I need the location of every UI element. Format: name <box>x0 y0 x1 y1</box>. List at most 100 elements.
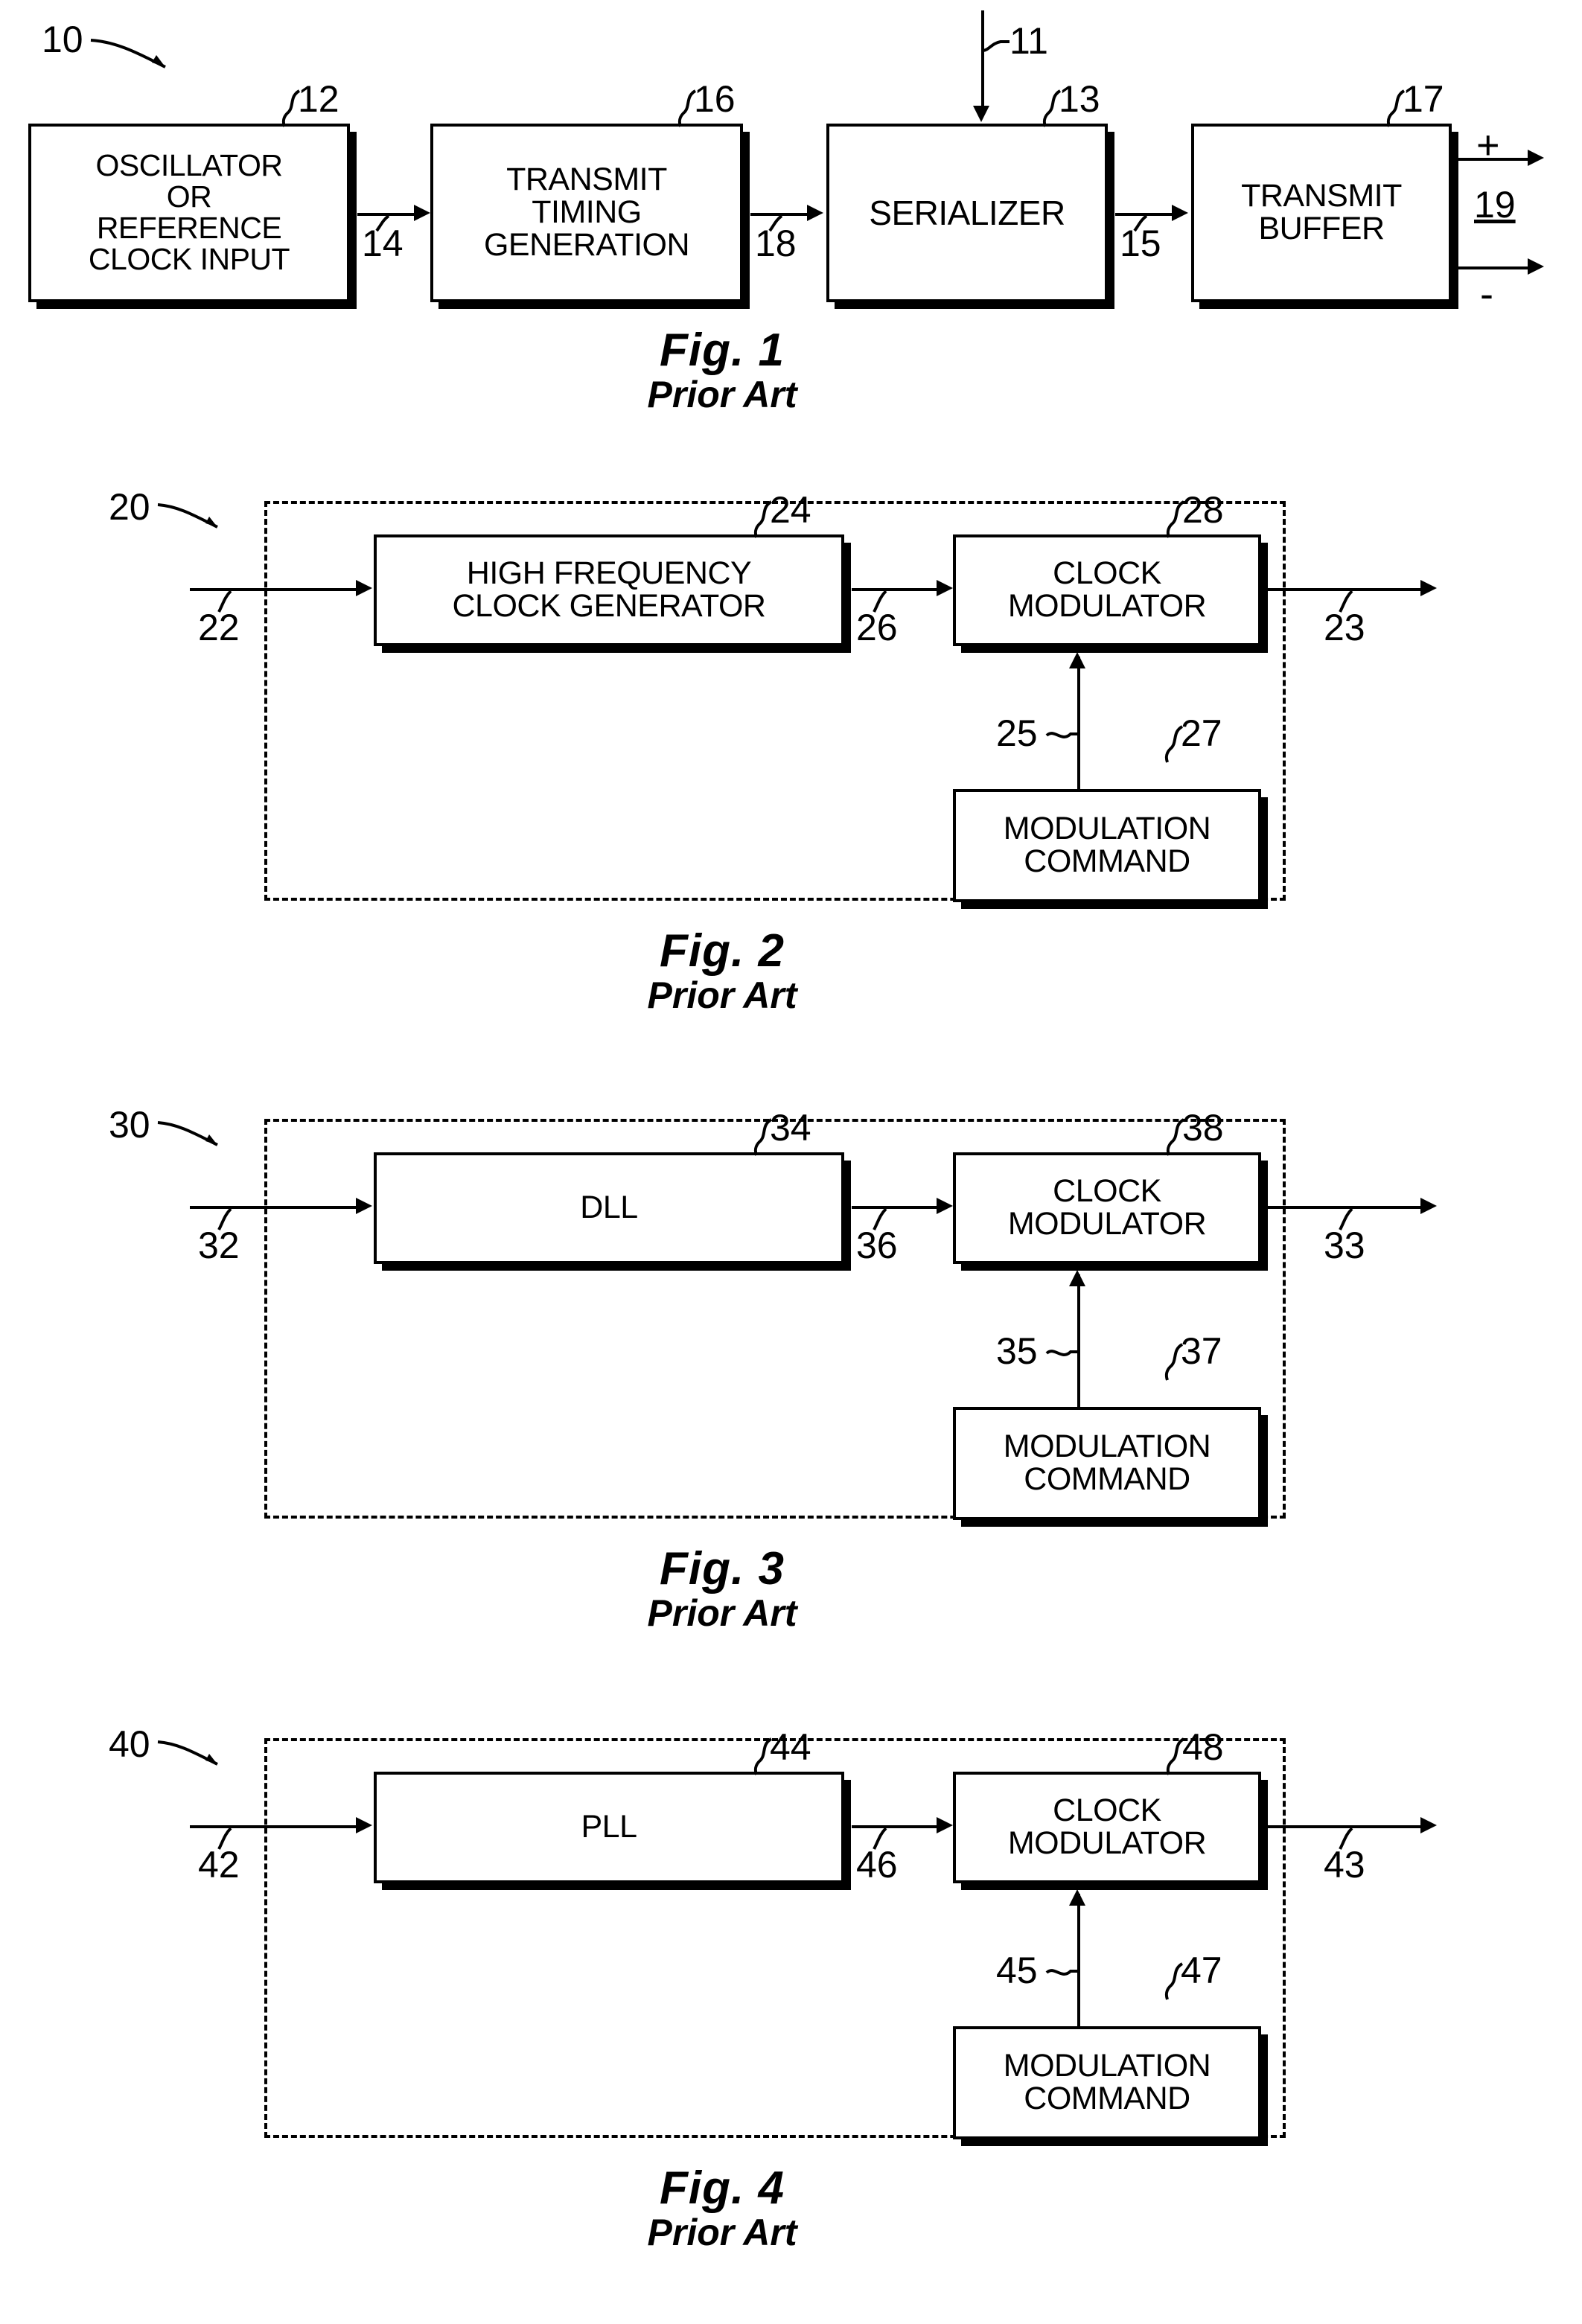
figure-1: 10 OSCILLATOR OR REFERENCE CLOCK INPUT 1… <box>0 0 1582 462</box>
fig3-ref-38-leader-icon <box>1161 1117 1191 1158</box>
fig3-caption: Fig. 3 Prior Art <box>566 1545 878 1633</box>
fig1-signal-14-arrowhead-icon <box>414 205 430 221</box>
fig1-system-ref-10: 10 <box>42 19 83 60</box>
figure-2: 20 22 HIGH FREQUENCY CLOCK GENERATOR 24 <box>0 462 1582 1057</box>
fig2-ref-27-leader-icon <box>1160 724 1190 765</box>
fig4-ref-44-leader-icon <box>749 1736 779 1778</box>
fig1-output-positive-arrowhead-icon <box>1528 150 1544 166</box>
fig3-ref-37-leader-icon <box>1160 1341 1190 1383</box>
fig2-caption-figure: Fig. 2 <box>660 925 785 977</box>
fig2-ref-26-leader-icon <box>870 590 892 615</box>
fig4-system-leader-icon <box>155 1736 237 1773</box>
fig2-command-25-line <box>1077 657 1080 789</box>
fig4-command-45-line <box>1077 1894 1080 2026</box>
fig3-system-ref-30: 30 <box>109 1104 150 1146</box>
fig2-command-ref-25: 25 <box>996 712 1038 754</box>
fig2-signal-26-arrowhead-icon <box>937 580 953 596</box>
fig1-caption-note: Prior Art <box>647 373 797 415</box>
fig2-ref-24-leader-icon <box>749 499 779 540</box>
patent-drawing-sheet: 10 OSCILLATOR OR REFERENCE CLOCK INPUT 1… <box>0 0 1582 2324</box>
fig3-block-clock-modulator-label: CLOCK MODULATOR <box>1007 1173 1207 1242</box>
fig1-block-oscillator-or-reference-clock-input: OSCILLATOR OR REFERENCE CLOCK INPUT <box>28 124 350 302</box>
fig2-command-25-arrowhead-icon <box>1069 652 1085 668</box>
fig1-output-negative-mark: - <box>1480 272 1493 316</box>
fig1-signal-11-line <box>981 10 984 107</box>
fig4-block-pll-label: PLL <box>581 1809 637 1845</box>
fig4-signal-46-arrowhead-icon <box>937 1817 953 1833</box>
fig2-block-hfcg-label: HIGH FREQUENCY CLOCK GENERATOR <box>452 555 767 624</box>
fig3-block-dll: DLL <box>374 1152 844 1264</box>
fig1-ref-13-leader-icon <box>1038 88 1068 130</box>
fig3-system-leader-icon <box>155 1117 237 1154</box>
fig3-ref-36-leader-icon <box>870 1207 892 1233</box>
fig3-ref-35-leader-icon <box>1045 1341 1082 1364</box>
fig3-signal-36-line <box>852 1206 941 1209</box>
fig3-ref-33-leader-icon <box>1336 1207 1358 1233</box>
fig2-signal-26-line <box>852 588 941 591</box>
fig4-block-modulation-command: MODULATION COMMAND <box>953 2026 1261 2139</box>
fig3-output-33-arrowhead-icon <box>1420 1198 1437 1214</box>
fig4-block-clock-modulator: CLOCK MODULATOR <box>953 1772 1261 1883</box>
fig4-block-clock-modulator-label: CLOCK MODULATOR <box>1007 1793 1207 1861</box>
fig4-system-ref-40: 40 <box>109 1723 150 1765</box>
fig3-command-35-line <box>1077 1274 1080 1407</box>
fig1-output-positive-line <box>1452 158 1529 161</box>
fig2-ref-25-leader-icon <box>1045 724 1082 746</box>
fig3-caption-figure: Fig. 3 <box>660 1543 785 1594</box>
fig4-command-ref-45: 45 <box>996 1950 1038 1991</box>
fig4-block-pll: PLL <box>374 1772 844 1883</box>
fig4-caption: Fig. 4 Prior Art <box>566 2164 878 2253</box>
fig2-caption: Fig. 2 Prior Art <box>566 927 878 1015</box>
fig3-input-32-arrowhead-icon <box>356 1198 372 1214</box>
fig2-ref-23-leader-icon <box>1336 590 1358 615</box>
fig1-signal-11-arrowhead-icon <box>973 106 989 122</box>
fig2-input-22-arrowhead-icon <box>356 580 372 596</box>
fig2-block-modulation-command: MODULATION COMMAND <box>953 789 1261 902</box>
fig3-block-dll-label: DLL <box>580 1190 638 1226</box>
fig1-ref-16-leader-icon <box>673 88 703 130</box>
fig1-ref-12-leader-icon <box>277 88 307 130</box>
fig1-block-oscillator-label: OSCILLATOR OR REFERENCE CLOCK INPUT <box>88 148 290 276</box>
fig4-input-42-arrowhead-icon <box>356 1817 372 1833</box>
fig2-system-ref-20: 20 <box>109 486 150 528</box>
fig4-signal-46-line <box>852 1825 941 1828</box>
fig3-block-clock-modulator: CLOCK MODULATOR <box>953 1152 1261 1264</box>
fig2-system-leader-icon <box>155 499 237 536</box>
fig1-system-leader-icon <box>88 33 185 77</box>
fig1-block-serializer: SERIALIZER <box>826 124 1108 302</box>
fig4-ref-45-leader-icon <box>1045 1961 1082 1983</box>
fig1-ref-11-leader-icon <box>981 34 1012 57</box>
fig4-block-modulation-command-label: MODULATION COMMAND <box>1003 2048 1211 2116</box>
fig2-ref-22-leader-icon <box>214 590 237 615</box>
fig1-caption: Fig. 1 Prior Art <box>566 326 878 415</box>
fig2-block-clock-modulator-label: CLOCK MODULATOR <box>1007 555 1207 624</box>
fig1-block-transmit-buffer-label: TRANSMIT BUFFER <box>1241 178 1402 246</box>
fig4-ref-48-leader-icon <box>1161 1736 1191 1778</box>
fig1-signal-15-arrowhead-icon <box>1172 205 1188 221</box>
fig4-command-45-arrowhead-icon <box>1069 1889 1085 1906</box>
fig1-ref-18-leader-icon <box>765 214 788 234</box>
fig3-ref-32-leader-icon <box>214 1207 237 1233</box>
fig4-caption-note: Prior Art <box>647 2211 797 2253</box>
fig4-ref-42-leader-icon <box>214 1827 237 1852</box>
fig1-block-serializer-label: SERIALIZER <box>869 193 1065 232</box>
fig1-ref-15-leader-icon <box>1130 214 1152 234</box>
fig2-block-high-frequency-clock-generator: HIGH FREQUENCY CLOCK GENERATOR <box>374 534 844 646</box>
fig3-ref-34-leader-icon <box>749 1117 779 1158</box>
fig3-block-modulation-command-label: MODULATION COMMAND <box>1003 1428 1211 1497</box>
figure-3: 30 32 DLL 34 36 CLOCK MODULATOR 38 33 35… <box>0 1079 1582 1675</box>
fig3-signal-36-arrowhead-icon <box>937 1198 953 1214</box>
fig1-caption-figure: Fig. 1 <box>660 325 785 376</box>
fig2-output-23-arrowhead-icon <box>1420 580 1437 596</box>
fig1-block-transmit-timing-label: TRANSMIT TIMING GENERATION <box>483 162 690 263</box>
fig1-signal-ref-11: 11 <box>1010 20 1048 62</box>
fig4-ref-43-leader-icon <box>1336 1827 1358 1852</box>
figure-4: 40 42 PLL 44 46 CLOCK MODULATOR 48 43 45… <box>0 1691 1582 2324</box>
fig1-block-transmit-timing-generation: TRANSMIT TIMING GENERATION <box>430 124 743 302</box>
fig1-output-negative-line <box>1452 266 1529 269</box>
fig3-command-35-arrowhead-icon <box>1069 1270 1085 1286</box>
fig2-caption-note: Prior Art <box>647 974 797 1016</box>
fig4-ref-46-leader-icon <box>870 1827 892 1852</box>
fig3-block-modulation-command: MODULATION COMMAND <box>953 1407 1261 1520</box>
fig1-ref-14-leader-icon <box>372 214 395 234</box>
